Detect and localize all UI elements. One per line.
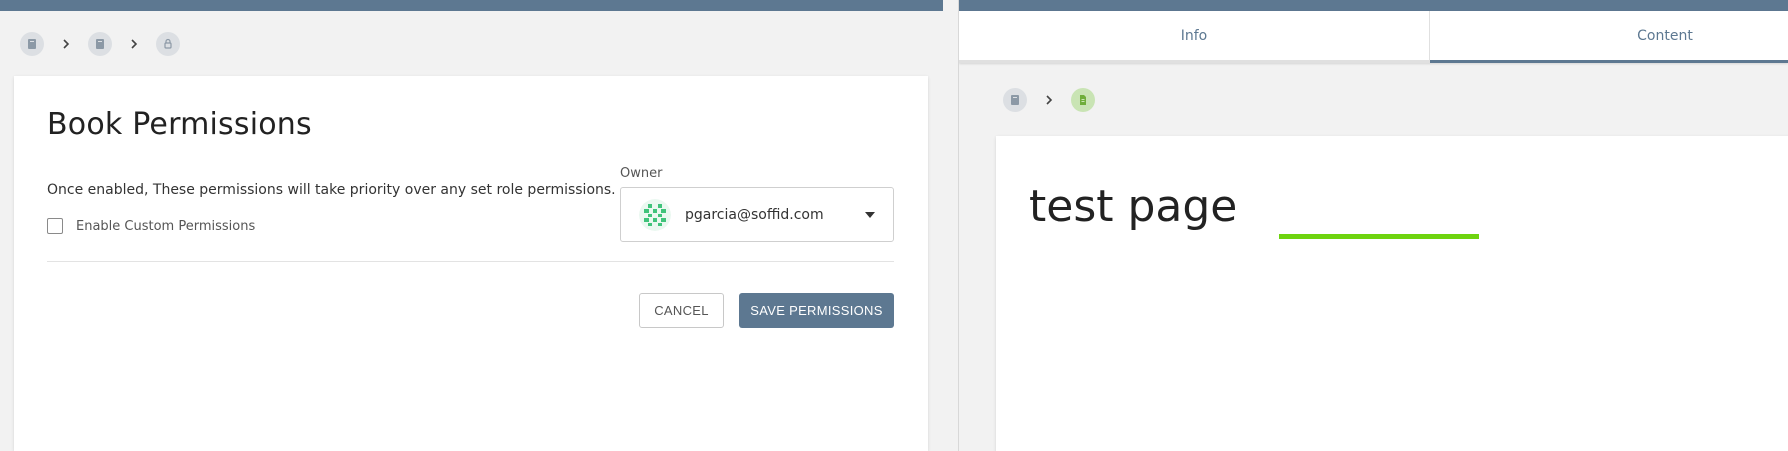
book-icon[interactable]	[88, 32, 112, 56]
pane-splitter[interactable]	[943, 0, 959, 451]
enable-custom-permissions-label[interactable]: Enable Custom Permissions	[76, 219, 255, 234]
owner-label: Owner	[620, 166, 663, 181]
top-bar	[0, 0, 943, 11]
tab-info[interactable]: Info	[959, 11, 1430, 63]
chevron-right-icon	[54, 32, 78, 56]
tab-content[interactable]: Content	[1430, 11, 1788, 63]
save-permissions-button[interactable]: SAVE PERMISSIONS	[739, 293, 894, 328]
owner-name: pgarcia@soffid.com	[685, 206, 824, 223]
enable-custom-permissions-checkbox[interactable]	[47, 218, 63, 234]
book-icon[interactable]	[20, 32, 44, 56]
enable-custom-permissions-row[interactable]: Enable Custom Permissions	[47, 218, 255, 234]
loading-bar	[1279, 234, 1479, 239]
chevron-right-icon	[1037, 88, 1061, 112]
cancel-button[interactable]: CANCEL	[639, 293, 724, 328]
left-pane: Book Permissions Once enabled, These per…	[0, 0, 943, 451]
page-title: Book Permissions	[47, 107, 312, 142]
book-icon[interactable]	[1003, 88, 1027, 112]
right-pane: Info Content test page	[959, 0, 1788, 451]
chevron-right-icon	[122, 32, 146, 56]
lock-icon[interactable]	[156, 32, 180, 56]
breadcrumb	[1003, 88, 1095, 112]
page-icon[interactable]	[1071, 88, 1095, 112]
divider	[47, 261, 894, 262]
owner-select[interactable]: pgarcia@soffid.com	[620, 187, 894, 242]
tab-bar: Info Content	[959, 11, 1788, 63]
identicon-avatar	[639, 198, 671, 231]
book-permissions-card: Book Permissions Once enabled, These per…	[14, 76, 928, 451]
permissions-description: Once enabled, These permissions will tak…	[47, 182, 616, 198]
breadcrumb	[20, 32, 180, 56]
page-title: test page	[1029, 181, 1238, 232]
top-bar	[959, 0, 1788, 11]
page-card: test page	[996, 136, 1788, 451]
caret-down-icon	[865, 211, 875, 218]
